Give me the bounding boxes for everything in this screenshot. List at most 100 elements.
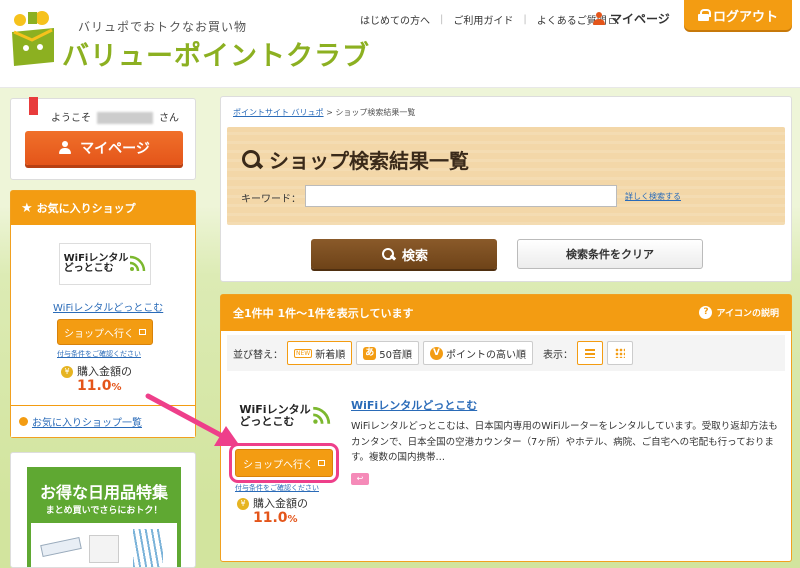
- grid-icon: [614, 348, 625, 358]
- point-rate: ¥ 購入金額の 11.0%: [61, 365, 132, 395]
- breadcrumb: ポイントサイト バリュポ > ショップ検索結果一覧: [233, 107, 415, 118]
- grid-view-button[interactable]: [606, 341, 633, 365]
- promo-banner[interactable]: お得な日用品特集 まとめ買いでさらにおトク！: [10, 452, 196, 568]
- display-label: 表示：: [542, 349, 573, 361]
- favorite-list-label: お気に入りショップ一覧: [32, 418, 142, 429]
- header-mypage-label: マイページ: [610, 12, 670, 26]
- wifi-logo-line2: どっとこむ: [239, 415, 295, 428]
- result-shop-logo[interactable]: WiFiレンタル どっとこむ: [239, 399, 331, 433]
- promo-products-image: [31, 523, 177, 567]
- yen-icon: ¥: [61, 366, 73, 378]
- search-icon: [241, 149, 263, 171]
- search-icon: [380, 246, 396, 262]
- sort-bar: 並び替え： NEW 新着順 あ 50音順 V ポイントの高い順 表示：: [227, 335, 785, 371]
- kana-a-icon: あ: [363, 346, 377, 360]
- list-icon: [584, 348, 595, 358]
- site-tagline: バリュポでおトクなお買い物: [78, 20, 248, 34]
- bullet-icon: [19, 417, 28, 426]
- welcome-prefix: ようこそ: [51, 113, 91, 124]
- v-point-icon: V: [429, 346, 443, 360]
- sponge-image: [89, 535, 119, 563]
- rate-value: 11.0: [253, 510, 288, 527]
- list-view-button[interactable]: [576, 341, 603, 365]
- header-mypage-link[interactable]: マイページ: [592, 10, 670, 27]
- external-link-icon: [139, 329, 146, 335]
- rate-label: 購入金額の: [253, 497, 308, 510]
- sort-newest[interactable]: NEW 新着順: [287, 341, 353, 365]
- favorite-shop-name-link[interactable]: WiFiレンタルどっとこむ: [53, 299, 163, 314]
- ribbon-decoration: [29, 97, 38, 115]
- sort-points-high[interactable]: V ポイントの高い順: [422, 341, 533, 365]
- keyword-input[interactable]: [305, 185, 617, 207]
- page-title: ショップ検索結果一覧: [241, 145, 469, 174]
- site-header: バリュポでおトクなお買い物 バリューポイントクラブ はじめての方へ | ご利用ガ…: [0, 0, 800, 88]
- person-icon: [58, 141, 72, 155]
- result-conditions-note-link[interactable]: 付与条件をご確認ください: [235, 483, 319, 493]
- rate-value: 11.0: [77, 378, 112, 395]
- icon-help-link[interactable]: ? アイコンの説明: [699, 306, 779, 319]
- promo-subtitle: まとめ買いでさらにおトク！: [45, 506, 163, 516]
- search-button[interactable]: 検索: [311, 239, 497, 269]
- breadcrumb-home-link[interactable]: ポイントサイト バリュポ: [233, 108, 324, 117]
- mypage-button[interactable]: マイページ: [25, 131, 183, 165]
- wifi-logo-text: WiFiレンタル どっとこむ: [239, 404, 310, 427]
- result-shop-name-link[interactable]: WiFiレンタルどっとこむ: [351, 397, 477, 413]
- results-panel: 全1件中 1件～1件を表示しています ? アイコンの説明 並び替え： NEW 新…: [220, 294, 792, 562]
- toothbrush-image: [133, 529, 163, 567]
- wifi-icon: [130, 255, 146, 272]
- promo-title: お得な日用品特集: [39, 483, 168, 502]
- breadcrumb-current: ショップ検索結果一覧: [335, 108, 416, 117]
- divider: |: [523, 14, 527, 25]
- sort-alphabetical[interactable]: あ 50音順: [356, 341, 419, 365]
- favorite-list-link[interactable]: お気に入りショップ一覧: [11, 405, 195, 437]
- rate-unit: %: [111, 382, 122, 394]
- keyword-label: キーワード：: [241, 194, 301, 205]
- favorite-shop-logo[interactable]: WiFiレンタル どっとこむ: [59, 243, 151, 285]
- logout-label: ログアウト: [712, 9, 778, 25]
- favorite-shops-header: ★ お気に入りショップ: [11, 191, 195, 225]
- result-go-to-shop-button[interactable]: ショップへ行く: [229, 443, 339, 483]
- icon-help-label: アイコンの説明: [716, 309, 779, 319]
- favorite-shops-box: ★ お気に入りショップ WiFiレンタル どっとこむ WiFiレンタルどっとこむ…: [10, 190, 196, 438]
- clear-search-button[interactable]: 検索条件をクリア: [517, 239, 703, 269]
- sort-alphabetical-label: 50音順: [379, 349, 412, 361]
- external-link-icon: [318, 460, 325, 466]
- site-logo-text[interactable]: バリューポイントクラブ: [62, 34, 370, 73]
- logo-bag-icon[interactable]: [8, 10, 58, 70]
- go-to-shop-label: ショップへ行く: [64, 328, 134, 340]
- rate-unit: %: [287, 514, 298, 526]
- welcome-text: ようこそ さん: [51, 109, 179, 124]
- link-guide[interactable]: ご利用ガイド: [453, 12, 513, 27]
- link-beginners[interactable]: はじめての方へ: [360, 12, 430, 27]
- search-button-label: 検索: [401, 248, 428, 264]
- sort-points-label: ポイントの高い順: [445, 349, 526, 361]
- lock-icon: [697, 9, 711, 21]
- shop-feature-badge-icon: ↩: [351, 473, 369, 485]
- user-name-blurred: [97, 112, 153, 124]
- advanced-search-link[interactable]: 詳しく検索する: [625, 191, 681, 202]
- promo-inner: お得な日用品特集 まとめ買いでさらにおトク！: [27, 467, 181, 567]
- favorite-shops-title: お気に入りショップ: [36, 202, 136, 215]
- divider: |: [440, 14, 444, 25]
- welcome-box: ようこそ さん マイページ: [10, 97, 196, 180]
- star-icon: ★: [21, 200, 33, 216]
- search-panel: ポイントサイト バリュポ > ショップ検索結果一覧 ショップ検索結果一覧 キーワ…: [220, 96, 792, 282]
- sort-label: 並び替え：: [233, 349, 283, 361]
- results-header: 全1件中 1件～1件を表示しています ? アイコンの説明: [221, 295, 791, 331]
- sort-newest-label: 新着順: [315, 349, 346, 361]
- conditions-note-link[interactable]: 付与条件をご確認ください: [57, 349, 141, 359]
- wifi-icon: [312, 406, 330, 424]
- go-to-shop-label: ショップへ行く: [243, 459, 313, 471]
- result-shop-description: WiFiレンタルどっとこむは、日本国内専用のWiFiルーターをレンタルしています…: [351, 421, 778, 464]
- page-title-text: ショップ検索結果一覧: [269, 149, 469, 173]
- toothpaste-image: [40, 536, 82, 558]
- welcome-suffix: さん: [159, 113, 179, 124]
- new-icon: NEW: [294, 348, 313, 358]
- top-links: はじめての方へ | ご利用ガイド | よくあるご質問: [360, 12, 616, 27]
- favorite-go-to-shop-button[interactable]: ショップへ行く: [57, 319, 153, 345]
- mypage-button-label: マイページ: [80, 141, 150, 157]
- wifi-logo-text: WiFiレンタル どっとこむ: [64, 253, 129, 275]
- breadcrumb-separator: >: [326, 108, 333, 117]
- logout-button[interactable]: ログアウト: [684, 0, 792, 30]
- results-summary: 全1件中 1件～1件を表示しています: [233, 307, 414, 320]
